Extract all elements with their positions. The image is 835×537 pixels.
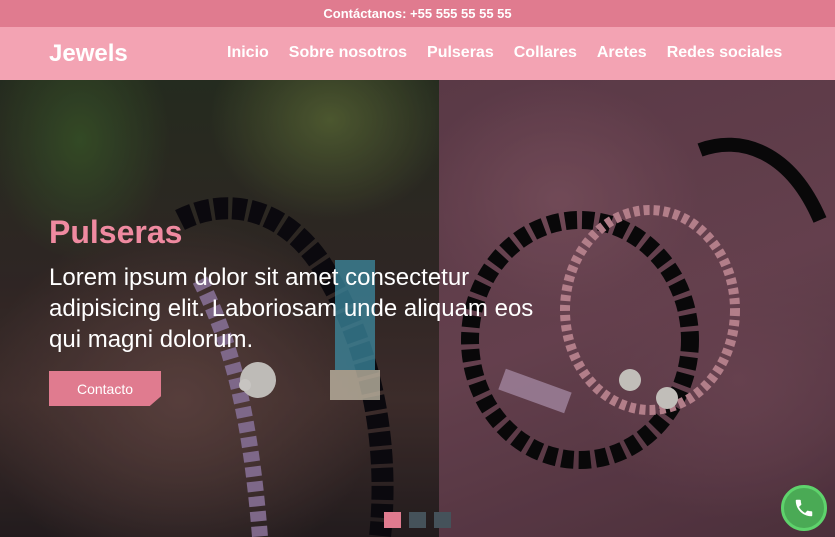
- nav-link-aretes[interactable]: Aretes: [597, 44, 647, 62]
- carousel-indicator-1[interactable]: [384, 512, 401, 528]
- phone-icon: [795, 499, 813, 517]
- main-navbar: Jewels Inicio Sobre nosotros Pulseras Co…: [0, 27, 835, 80]
- nav-link-sobre-nosotros[interactable]: Sobre nosotros: [289, 44, 407, 62]
- contact-bar: Contáctanos: +55 555 55 55 55: [0, 0, 835, 27]
- brand-logo[interactable]: Jewels: [49, 40, 128, 68]
- call-button[interactable]: [781, 485, 827, 531]
- hero-carousel: Pulseras Lorem ipsum dolor sit amet cons…: [0, 80, 835, 537]
- hero-title: Pulseras: [49, 214, 183, 250]
- carousel-indicator-2[interactable]: [409, 512, 426, 528]
- hero-description: Lorem ipsum dolor sit amet consectetur a…: [49, 264, 534, 353]
- nav-links: Inicio Sobre nosotros Pulseras Collares …: [227, 44, 782, 62]
- nav-link-collares[interactable]: Collares: [514, 44, 577, 62]
- carousel-indicators: [384, 512, 459, 528]
- nav-link-redes-sociales[interactable]: Redes sociales: [667, 44, 783, 62]
- carousel-indicator-3[interactable]: [434, 512, 451, 528]
- nav-link-pulseras[interactable]: Pulseras: [427, 44, 494, 62]
- nav-link-inicio[interactable]: Inicio: [227, 44, 269, 62]
- contact-button[interactable]: Contacto: [49, 371, 161, 406]
- contact-phone-text: Contáctanos: +55 555 55 55 55: [323, 6, 512, 21]
